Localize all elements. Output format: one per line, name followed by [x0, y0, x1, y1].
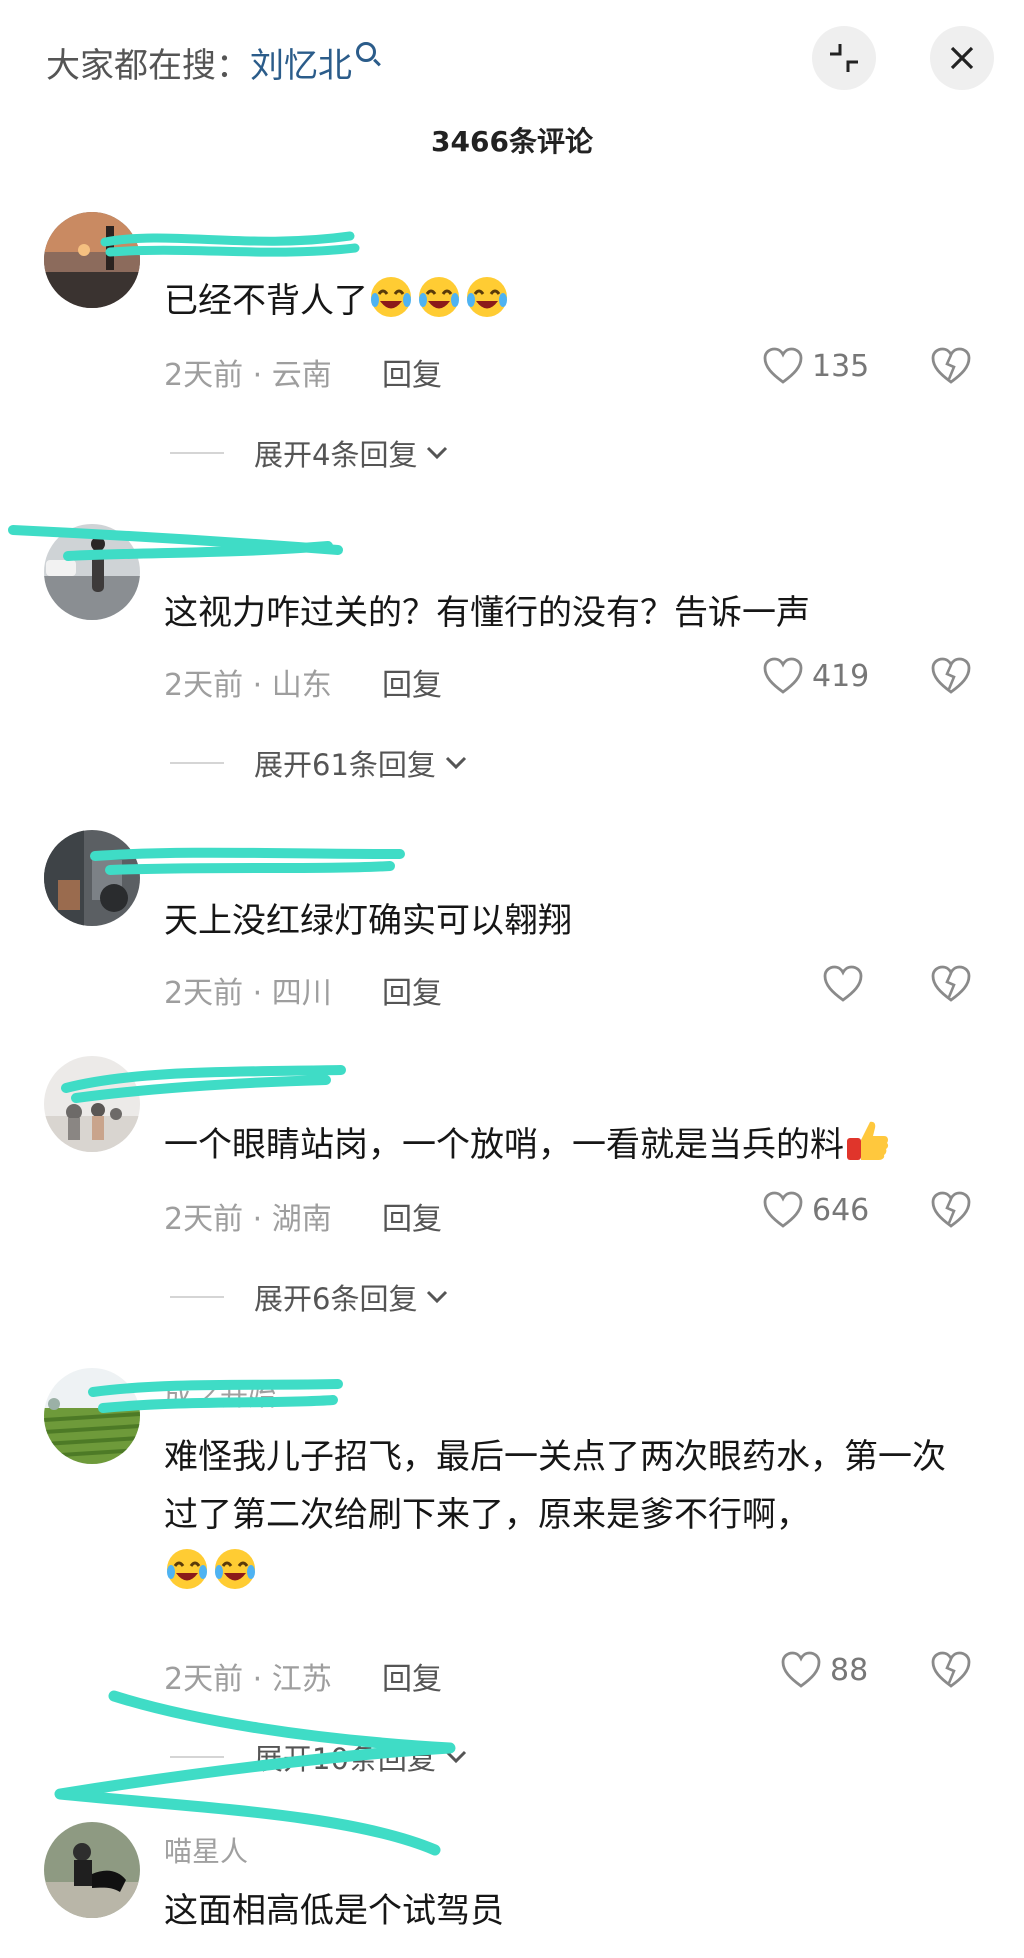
like-button[interactable] — [822, 964, 864, 1004]
dislike-button[interactable] — [930, 964, 972, 1008]
comment-text: 天上没红绿灯确实可以翱翔 — [164, 901, 572, 941]
comment-meta: 2天前 · 四川 — [164, 976, 332, 1011]
comment-text: 难怪我儿子招飞，最后一关点了两次眼药水，第一次过了第二次给刷下来了，原来是爹不行… — [164, 1428, 964, 1602]
comment-text: 一个眼睛站岗，一个放哨，一看就是当兵的料 — [164, 1116, 964, 1174]
search-icon — [356, 42, 376, 62]
divider-line — [170, 1756, 224, 1758]
divider-line — [170, 762, 224, 764]
chevron-down-icon — [427, 446, 448, 460]
close-button[interactable] — [930, 26, 994, 90]
like-count: 135 — [812, 348, 870, 384]
search-keyword[interactable]: 刘忆北 — [250, 46, 352, 86]
reply-button[interactable]: 回复 — [382, 660, 442, 704]
broken-heart-icon — [931, 1191, 971, 1228]
comment-meta: 2天前 · 云南 — [164, 358, 332, 393]
trending-search-hint[interactable]: 大家都在搜：刘忆北 — [46, 38, 376, 87]
avatar[interactable] — [44, 524, 140, 620]
thumbs-up-emoji — [847, 1121, 889, 1160]
divider-line — [170, 452, 224, 454]
heart-icon — [763, 657, 803, 694]
reply-button[interactable]: 回复 — [382, 1194, 442, 1238]
chevron-down-icon — [445, 756, 466, 770]
dislike-button[interactable] — [930, 656, 972, 700]
like-button[interactable]: 646 — [762, 1190, 869, 1230]
dislike-button[interactable] — [930, 1650, 972, 1694]
heart-icon — [763, 1191, 803, 1228]
avatar[interactable] — [44, 212, 140, 308]
expand-replies-button[interactable]: 展开61条回复 — [170, 742, 468, 784]
broken-heart-icon — [931, 965, 971, 1002]
laugh-cry-emoji — [467, 277, 507, 317]
like-button[interactable]: 88 — [780, 1650, 868, 1690]
avatar[interactable] — [44, 1822, 140, 1918]
comment-meta: 2天前 · 江苏 — [164, 1662, 332, 1697]
reply-button[interactable]: 回复 — [382, 350, 442, 394]
chevron-down-icon — [445, 1750, 466, 1764]
comment-count-title: 3466条评论 — [431, 125, 593, 158]
broken-heart-icon — [931, 1651, 971, 1688]
search-hint-prefix: 大家都在搜： — [46, 46, 250, 86]
chevron-down-icon — [427, 1290, 448, 1304]
expand-replies-button[interactable]: 展开6条回复 — [170, 1276, 449, 1318]
like-button[interactable]: 135 — [762, 346, 869, 386]
comments-header: 大家都在搜：刘忆北 3466条评论 — [0, 0, 1024, 158]
reply-button[interactable]: 回复 — [382, 1654, 442, 1698]
heart-icon — [763, 347, 803, 384]
dislike-button[interactable] — [930, 346, 972, 390]
avatar[interactable] — [44, 1056, 140, 1152]
like-count: 646 — [812, 1192, 870, 1228]
username[interactable]: 喵星人 — [164, 1830, 248, 1870]
avatar[interactable] — [44, 1368, 140, 1464]
broken-heart-icon — [931, 347, 971, 384]
avatar[interactable] — [44, 830, 140, 926]
comment-text: 这面相高低是个试驾员 — [164, 1891, 504, 1931]
laugh-cry-emoji — [215, 1549, 255, 1589]
laugh-cry-emoji — [371, 277, 411, 317]
expand-replies-button[interactable]: 展开4条回复 — [170, 432, 449, 474]
collapse-button[interactable] — [812, 26, 876, 90]
like-button[interactable]: 419 — [762, 656, 869, 696]
heart-icon — [781, 1651, 821, 1688]
divider-line — [170, 1296, 224, 1298]
expand-replies-button[interactable]: 展开10条回复 — [170, 1736, 468, 1778]
comment-text: 这视力咋过关的？有懂行的没有？告诉一声 — [164, 593, 810, 633]
laugh-cry-emoji — [419, 277, 459, 317]
dislike-button[interactable] — [930, 1190, 972, 1234]
reply-button[interactable]: 回复 — [382, 968, 442, 1012]
like-count: 419 — [812, 658, 870, 694]
comment-meta: 2天前 · 山东 — [164, 668, 332, 703]
broken-heart-icon — [931, 657, 971, 694]
close-icon — [950, 46, 974, 70]
heart-icon — [823, 965, 863, 1002]
like-count: 88 — [830, 1652, 869, 1688]
comment-text: 已经不背人了 — [164, 272, 964, 330]
comment-meta: 2天前 · 湖南 — [164, 1202, 332, 1237]
laugh-cry-emoji — [167, 1549, 207, 1589]
username[interactable]: 成之开始 — [164, 1374, 276, 1414]
collapse-icon — [830, 44, 858, 72]
